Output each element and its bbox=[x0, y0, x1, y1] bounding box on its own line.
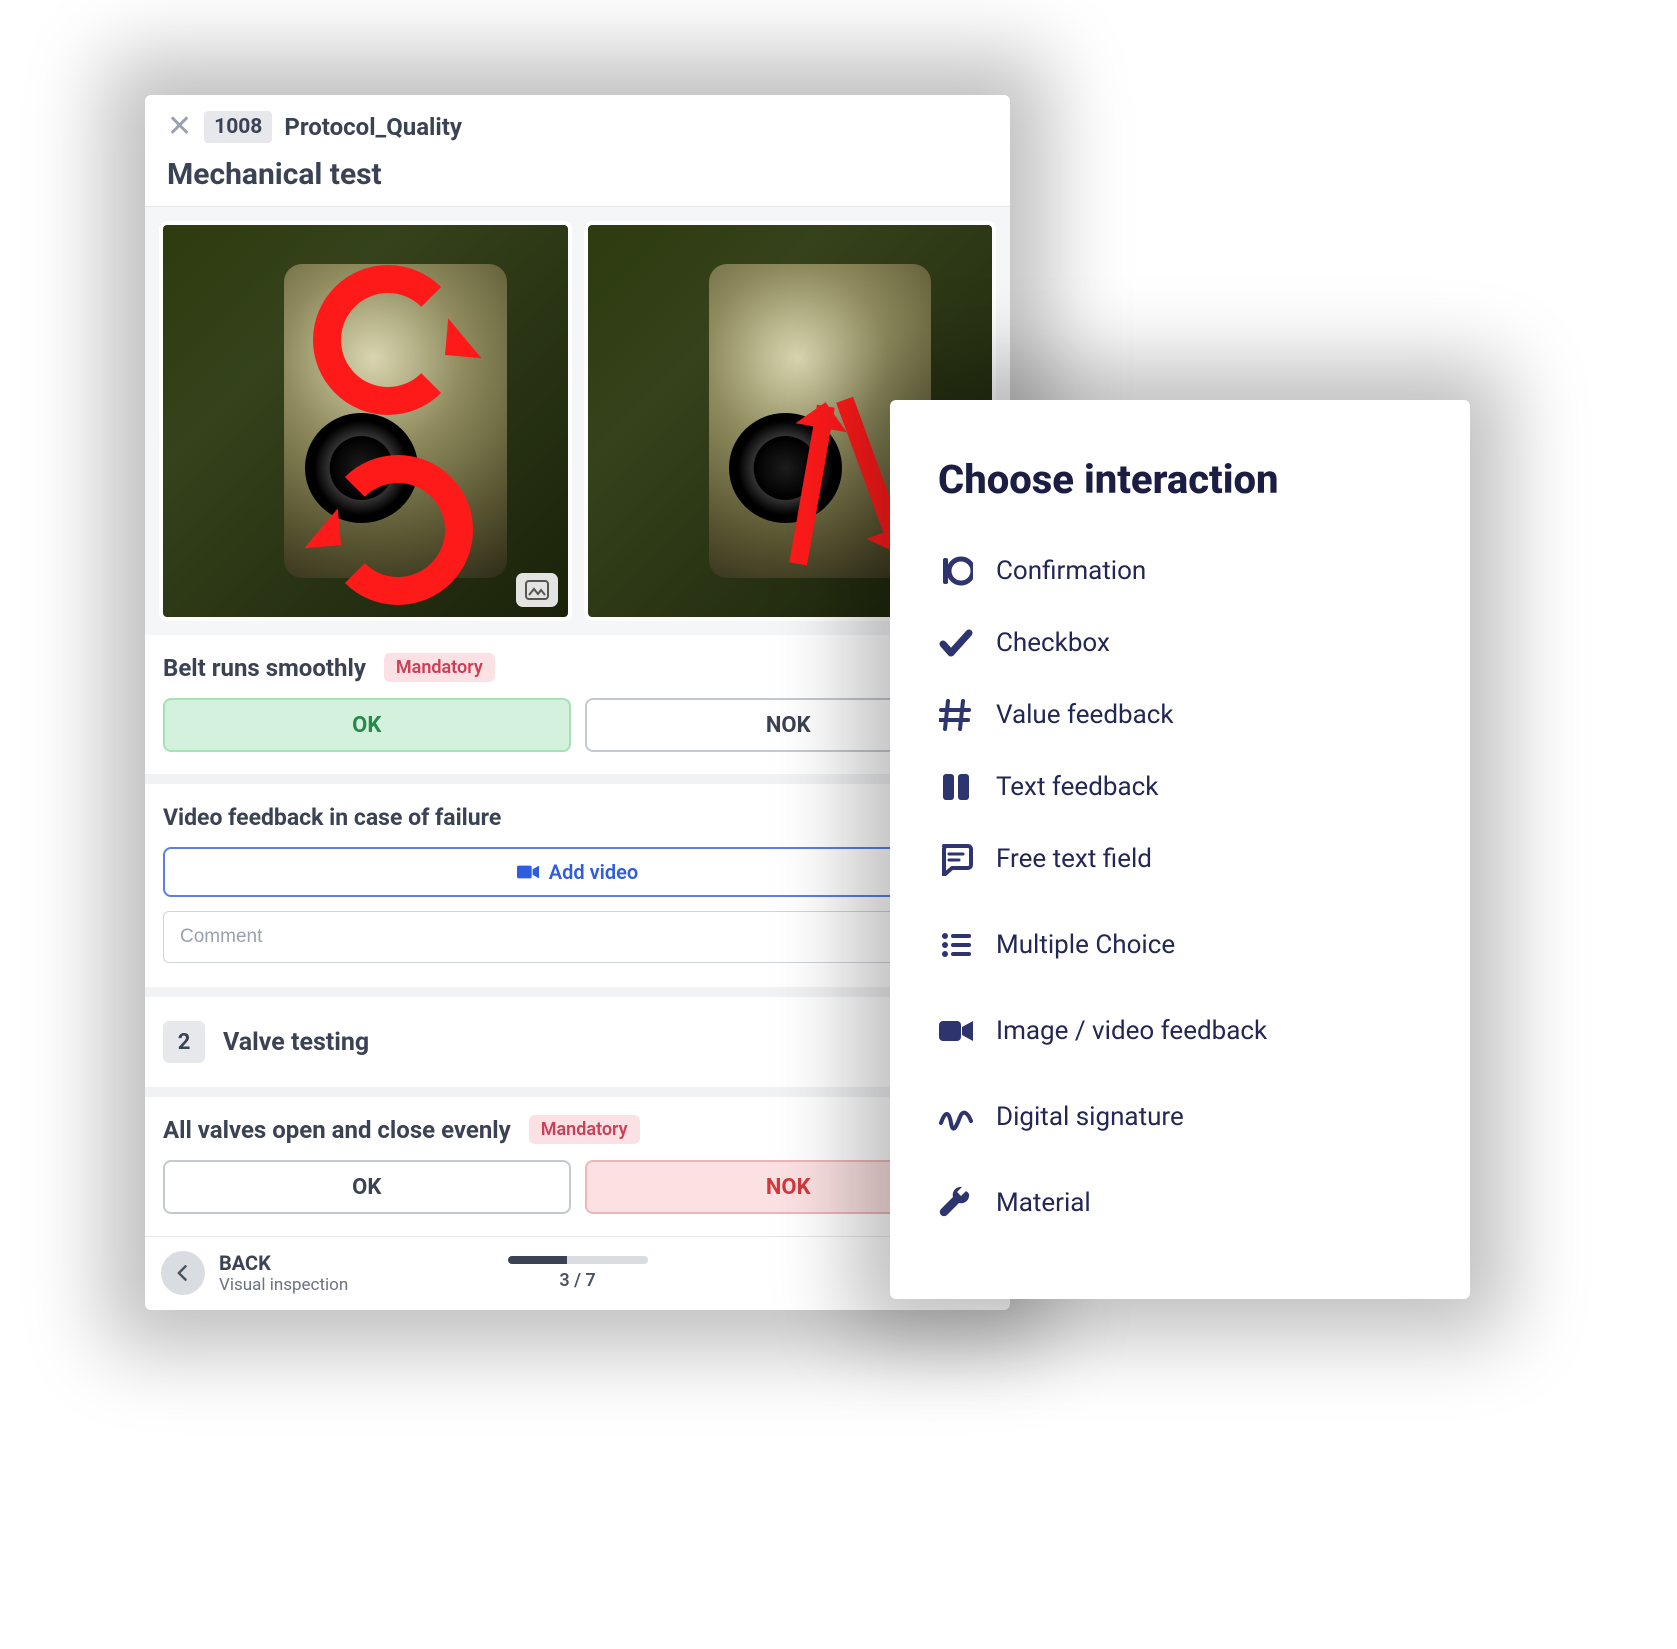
close-icon[interactable]: ✕ bbox=[167, 112, 192, 142]
app-header: ✕ 1008 Protocol_Quality bbox=[145, 95, 1010, 153]
interaction-material[interactable]: Material bbox=[938, 1167, 1422, 1239]
ok-button-label: OK bbox=[352, 1175, 381, 1200]
footer-nav: BACK Visual inspection 3 / 7 Electrical … bbox=[145, 1236, 1010, 1310]
message-icon bbox=[938, 841, 974, 877]
step-number-chip: 2 bbox=[163, 1021, 205, 1063]
choose-interaction-title: Choose interaction bbox=[938, 456, 1422, 503]
interaction-free-text[interactable]: Free text field bbox=[938, 823, 1422, 895]
mandatory-badge: Mandatory bbox=[529, 1115, 640, 1144]
add-video-label: Add video bbox=[549, 860, 638, 884]
step-label: Belt runs smoothly bbox=[163, 654, 366, 682]
interaction-label: Digital signature bbox=[996, 1102, 1184, 1132]
columns-icon bbox=[938, 769, 974, 805]
interaction-checkbox[interactable]: Checkbox bbox=[938, 607, 1422, 679]
doc-id-chip: 1008 bbox=[204, 111, 272, 143]
interaction-multiple-choice[interactable]: Multiple Choice bbox=[938, 909, 1422, 981]
interaction-digital-signature[interactable]: Digital signature bbox=[938, 1081, 1422, 1153]
section-title: Mechanical test bbox=[145, 153, 1010, 207]
ok-button-label: OK bbox=[352, 713, 381, 738]
nok-button-label: NOK bbox=[766, 1175, 811, 1200]
instruction-image-1[interactable] bbox=[159, 221, 572, 621]
confirmation-icon bbox=[938, 553, 974, 589]
choose-interaction-card: Choose interaction Confirmation Checkbox… bbox=[890, 400, 1470, 1299]
interaction-label: Confirmation bbox=[996, 556, 1146, 586]
hash-icon bbox=[938, 697, 974, 733]
interaction-label: Image / video feedback bbox=[996, 1016, 1267, 1046]
ok-button[interactable]: OK bbox=[163, 698, 571, 752]
step-valve-testing[interactable]: 2 Valve testing bbox=[145, 997, 1010, 1097]
interaction-label: Free text field bbox=[996, 844, 1152, 874]
step-label: All valves open and close evenly bbox=[163, 1116, 511, 1144]
progress-indicator: 3 / 7 bbox=[508, 1256, 648, 1291]
list-icon bbox=[938, 927, 974, 963]
comment-input[interactable] bbox=[163, 911, 992, 963]
mandatory-badge: Mandatory bbox=[384, 653, 495, 682]
nok-button-label: NOK bbox=[766, 713, 811, 738]
rotate-arrow-icon bbox=[323, 455, 473, 605]
interaction-label: Value feedback bbox=[996, 700, 1174, 730]
add-video-button[interactable]: Add video bbox=[163, 847, 992, 897]
progress-fill bbox=[508, 1256, 568, 1264]
interaction-image-video[interactable]: Image / video feedback bbox=[938, 995, 1422, 1067]
interaction-label: Multiple Choice bbox=[996, 930, 1175, 960]
interaction-confirmation[interactable]: Confirmation bbox=[938, 535, 1422, 607]
interaction-label: Text feedback bbox=[996, 772, 1158, 802]
ok-button[interactable]: OK bbox=[163, 1160, 571, 1214]
step-belt-runs-smoothly: Belt runs smoothly Mandatory OK NOK bbox=[145, 635, 1010, 784]
protocol-app-panel: ✕ 1008 Protocol_Quality Mechanical test … bbox=[145, 95, 1010, 1310]
interaction-label: Checkbox bbox=[996, 628, 1110, 658]
back-button[interactable] bbox=[161, 1251, 205, 1295]
signature-icon bbox=[938, 1099, 974, 1135]
progress-track bbox=[508, 1256, 648, 1264]
wrench-icon bbox=[938, 1185, 974, 1221]
expand-image-icon[interactable] bbox=[516, 573, 558, 607]
interaction-text-feedback[interactable]: Text feedback bbox=[938, 751, 1422, 823]
progress-label: 3 / 7 bbox=[559, 1270, 595, 1291]
back-text: BACK Visual inspection bbox=[219, 1251, 348, 1295]
interaction-value-feedback[interactable]: Value feedback bbox=[938, 679, 1422, 751]
video-feedback-block: Video feedback in case of failure Add vi… bbox=[145, 784, 1010, 997]
instruction-images-row bbox=[145, 207, 1010, 635]
video-camera-icon bbox=[517, 864, 539, 880]
chevron-left-icon bbox=[173, 1263, 193, 1283]
interaction-label: Material bbox=[996, 1188, 1091, 1218]
back-title: BACK bbox=[219, 1251, 348, 1275]
video-camera-icon bbox=[938, 1013, 974, 1049]
step-label: Valve testing bbox=[223, 1028, 369, 1057]
doc-title: Protocol_Quality bbox=[284, 113, 462, 141]
back-subtitle: Visual inspection bbox=[219, 1275, 348, 1295]
video-feedback-title: Video feedback in case of failure bbox=[163, 804, 992, 831]
check-icon bbox=[938, 625, 974, 661]
step-all-valves: All valves open and close evenly Mandato… bbox=[145, 1097, 1010, 1236]
rotate-arrow-icon bbox=[313, 265, 463, 415]
